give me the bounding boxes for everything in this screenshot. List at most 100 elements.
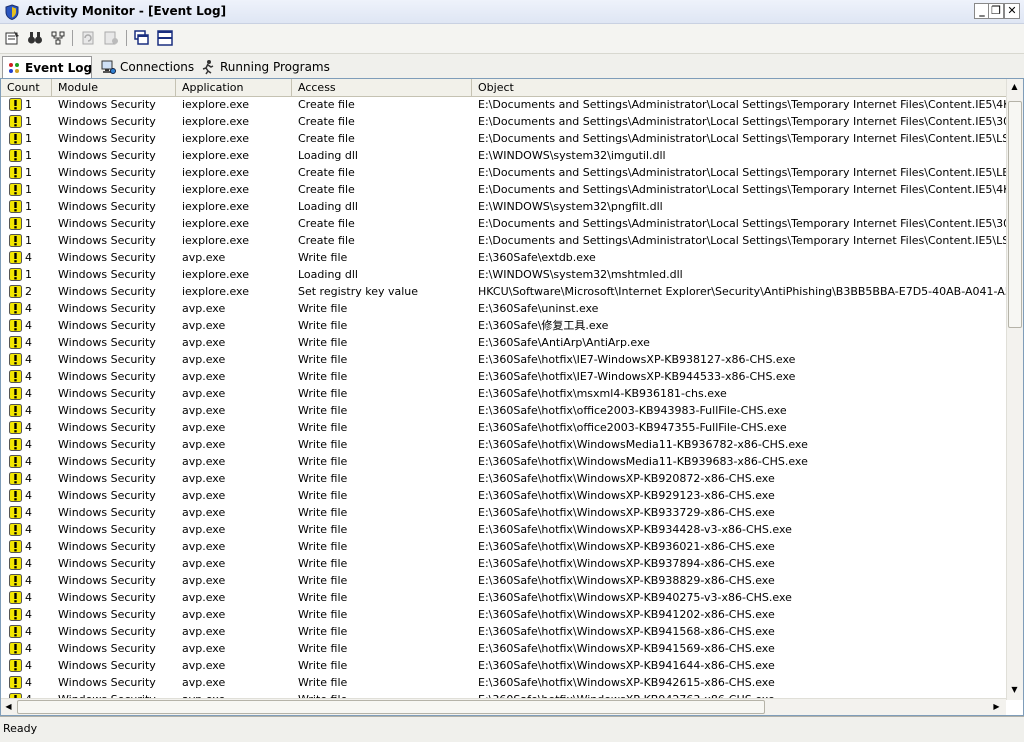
table-row[interactable]: 1 Windows Security iexplore.exe Loading dll… [1,266,1006,283]
table-row[interactable]: 4 Windows Security avp.exe Write file E:\360… [1,419,1006,436]
cell-access: Write file [298,676,348,689]
cell-count: 4 [25,574,32,587]
cell-application: avp.exe [182,642,226,655]
cell-count: 4 [25,353,32,366]
column-header-access[interactable]: Access [292,79,472,96]
restore-button[interactable]: ❐ [988,3,1004,19]
table-row[interactable]: 4 Windows Security avp.exe Write file E:\360… [1,640,1006,657]
cell-application: avp.exe [182,336,226,349]
cell-application: avp.exe [182,557,226,570]
table-row[interactable]: 4 Windows Security avp.exe Write file E:\360… [1,555,1006,572]
table-row[interactable]: 4 Windows Security avp.exe Write file E:\360… [1,521,1006,538]
cell-module: Windows Security [58,404,156,417]
table-row[interactable]: 4 Windows Security avp.exe Write file E:\360… [1,538,1006,555]
cell-module: Windows Security [58,591,156,604]
tab-connections[interactable]: Connections [96,56,195,77]
column-header-count[interactable]: Count [1,79,52,96]
column-header-application[interactable]: Application [176,79,292,96]
table-row[interactable]: 1 Windows Security iexplore.exe Create file… [1,96,1006,113]
table-row[interactable]: 4 Windows Security avp.exe Write file E:\360… [1,402,1006,419]
table-row[interactable]: 4 Windows Security avp.exe Write file E:\360… [1,487,1006,504]
cell-application: avp.exe [182,302,226,315]
cell-access: Write file [298,438,348,451]
horizontal-scroll-thumb[interactable] [17,700,765,714]
table-row[interactable]: 4 Windows Security avp.exe Write file E:\360… [1,470,1006,487]
cell-application: avp.exe [182,421,226,434]
scroll-left-arrow[interactable]: ◀ [1,699,16,714]
table-row[interactable]: 1 Windows Security iexplore.exe Create file… [1,181,1006,198]
properties-icon[interactable] [3,29,21,47]
column-header-object[interactable]: Object [472,79,1008,96]
column-header-module[interactable]: Module [52,79,176,96]
refresh-icon[interactable] [79,29,97,47]
table-row[interactable]: 4 Windows Security avp.exe Write file E:\360… [1,657,1006,674]
cascade-icon[interactable] [133,29,151,47]
cell-count: 1 [25,217,32,230]
cell-count: 4 [25,370,32,383]
scroll-down-arrow[interactable]: ▼ [1007,682,1022,697]
vertical-scroll-thumb[interactable] [1008,101,1022,328]
cell-access: Write file [298,370,348,383]
table-row[interactable]: 1 Windows Security iexplore.exe Loading dll… [1,198,1006,215]
cell-object: E:\360Safe\hotfix\WindowsXP-KB929123-x86… [478,489,775,502]
cell-object: E:\360Safe\hotfix\WindowsXP-KB920872-x86… [478,472,775,485]
split-icon[interactable] [156,29,174,47]
cell-module: Windows Security [58,625,156,638]
cell-object: E:\Documents and Settings\Administrator\… [478,132,1006,145]
warning-icon [9,591,22,604]
table-row[interactable]: 4 Windows Security avp.exe Write file E:\360… [1,572,1006,589]
table-row[interactable]: 2 Windows Security iexplore.exe Set registr… [1,283,1006,300]
tab-running-programs[interactable]: Running Programs [196,56,330,77]
warning-icon [9,387,22,400]
table-row[interactable]: 4 Windows Security avp.exe Write file E:\360… [1,623,1006,640]
table-row[interactable]: 1 Windows Security iexplore.exe Loading dll… [1,147,1006,164]
table-row[interactable]: 4 Windows Security avp.exe Write file E:\360… [1,589,1006,606]
find-icon[interactable] [26,29,44,47]
cell-application: avp.exe [182,387,226,400]
cell-object: E:\360Safe\hotfix\WindowsXP-KB938829-x86… [478,574,775,587]
table-row[interactable]: 4 Windows Security avp.exe Write file E:\360… [1,674,1006,691]
table-row[interactable]: 1 Windows Security iexplore.exe Create file… [1,113,1006,130]
table-row[interactable]: 4 Windows Security avp.exe Write file E:\360… [1,504,1006,521]
event-log-list[interactable]: Count Module Application Access Object 1… [0,78,1024,716]
cell-module: Windows Security [58,319,156,332]
table-row[interactable]: 4 Windows Security avp.exe Write file E:\360… [1,385,1006,402]
cell-count: 4 [25,676,32,689]
cell-module: Windows Security [58,557,156,570]
scroll-right-arrow[interactable]: ▶ [989,699,1004,714]
close-button[interactable]: ✕ [1004,3,1020,19]
table-row[interactable]: 4 Windows Security avp.exe Write file E:\360… [1,453,1006,470]
cell-count: 1 [25,98,32,111]
warning-icon [9,115,22,128]
table-row[interactable]: 4 Windows Security avp.exe Write file E:\360… [1,300,1006,317]
export-icon[interactable] [102,29,120,47]
cell-object: E:\Documents and Settings\Administrator\… [478,183,1006,196]
table-row[interactable]: 4 Windows Security avp.exe Write file E:\360… [1,606,1006,623]
table-row[interactable]: 1 Windows Security iexplore.exe Create file… [1,164,1006,181]
tree-icon[interactable] [49,29,67,47]
horizontal-scrollbar[interactable]: ◀ ▶ [1,698,1006,715]
scroll-up-arrow[interactable]: ▲ [1007,79,1022,94]
title-bar[interactable]: Activity Monitor - [Event Log] _ ❐ ✕ [0,0,1024,24]
warning-icon [9,557,22,570]
warning-icon [9,336,22,349]
warning-icon [9,370,22,383]
table-row[interactable]: 1 Windows Security iexplore.exe Create file… [1,232,1006,249]
table-row[interactable]: 4 Windows Security avp.exe Write file E:\360… [1,351,1006,368]
cell-object: E:\360Safe\hotfix\office2003-KB943983-Fu… [478,404,787,417]
vertical-scrollbar[interactable]: ▲ ▼ [1006,79,1023,700]
cell-access: Write file [298,421,348,434]
table-row[interactable]: 4 Windows Security avp.exe Write file E:\360… [1,249,1006,266]
cell-count: 1 [25,268,32,281]
cell-object: E:\360Safe\hotfix\WindowsXP-KB941569-x86… [478,642,775,655]
table-row[interactable]: 1 Windows Security iexplore.exe Create file… [1,215,1006,232]
warning-icon [9,438,22,451]
table-row[interactable]: 1 Windows Security iexplore.exe Create file… [1,130,1006,147]
table-row[interactable]: 4 Windows Security avp.exe Write file E:\360… [1,368,1006,385]
table-row[interactable]: 4 Windows Security avp.exe Write file E:\360… [1,436,1006,453]
table-row[interactable]: 4 Windows Security avp.exe Write file E:\360… [1,334,1006,351]
tab-label: Connections [120,59,195,74]
cell-object: E:\360Safe\hotfix\msxml4-KB936181-chs.ex… [478,387,727,400]
tab-event-log[interactable]: Event Log [2,56,92,78]
table-row[interactable]: 4 Windows Security avp.exe Write file E:\360… [1,317,1006,334]
